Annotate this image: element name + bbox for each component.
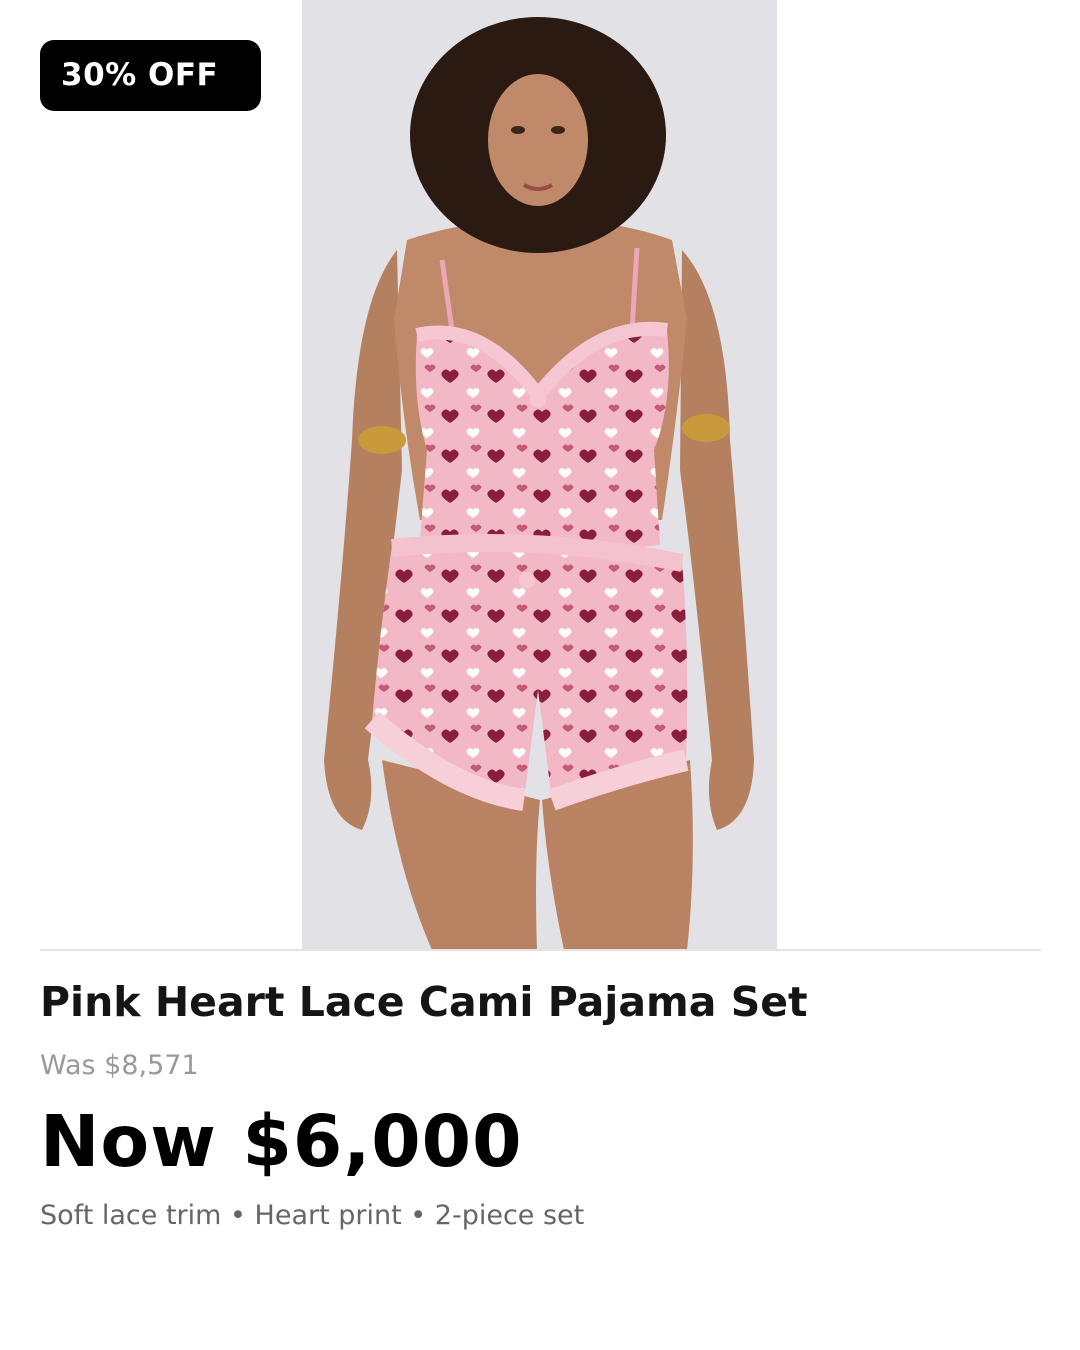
discount-badge: 30% OFF: [40, 40, 261, 111]
sale-price: Now $6,000: [40, 1100, 523, 1183]
model-illustration: [302, 0, 777, 950]
product-title: Pink Heart Lace Cami Pajama Set: [40, 978, 808, 1026]
product-image-area: 30% OFF: [0, 0, 1080, 950]
product-photo[interactable]: [302, 0, 777, 950]
divider: [40, 949, 1041, 951]
product-features: Soft lace trim • Heart print • 2-piece s…: [40, 1200, 585, 1231]
original-price: Was $8,571: [40, 1050, 199, 1081]
product-card: 30% OFF Pink Heart Lace Cami Pajama Set …: [0, 0, 1080, 1350]
